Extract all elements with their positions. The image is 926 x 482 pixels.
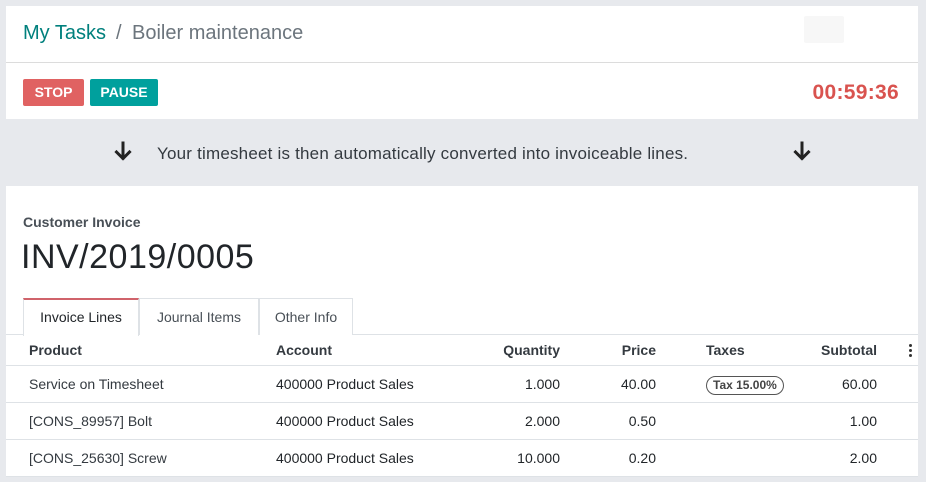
- table-header-row: Product Account Quantity Price Taxes Sub…: [6, 335, 918, 366]
- cell-price: 0.20: [628, 450, 656, 466]
- breadcrumb: My Tasks / Boiler maintenance: [6, 6, 918, 63]
- invoice-tabs: Invoice Lines Journal Items Other Info: [6, 298, 918, 336]
- cell-account: 400000 Product Sales: [276, 376, 414, 392]
- cell-quantity: 10.000: [517, 450, 560, 466]
- cell-product: [CONS_89957] Bolt: [29, 413, 152, 429]
- column-header-subtotal[interactable]: Subtotal: [821, 335, 877, 365]
- arrow-down-icon: [114, 141, 132, 161]
- column-header-price[interactable]: Price: [622, 335, 656, 365]
- breadcrumb-parent-link[interactable]: My Tasks: [23, 22, 106, 45]
- column-header-taxes[interactable]: Taxes: [706, 335, 745, 365]
- tab-journal-items[interactable]: Journal Items: [139, 298, 259, 335]
- column-header-product[interactable]: Product: [29, 335, 82, 365]
- table-row[interactable]: [CONS_89957] Bolt 400000 Product Sales 2…: [6, 403, 918, 440]
- toolbar-placeholder: [804, 16, 844, 43]
- cell-product: Service on Timesheet: [29, 376, 164, 392]
- cell-taxes: Tax 15.00%: [706, 366, 784, 402]
- timer-card: My Tasks / Boiler maintenance STOP PAUSE…: [6, 6, 918, 119]
- cell-subtotal: 2.00: [849, 450, 877, 466]
- cell-quantity: 2.000: [524, 413, 560, 429]
- cell-account: 400000 Product Sales: [276, 450, 414, 466]
- invoice-type-label: Customer Invoice: [23, 214, 141, 230]
- timer-display: 00:59:36: [812, 81, 899, 104]
- cell-product: [CONS_25630] Screw: [29, 450, 167, 466]
- breadcrumb-separator: /: [116, 22, 122, 44]
- tax-badge: Tax 15.00%: [706, 376, 784, 395]
- pause-button[interactable]: PAUSE: [90, 79, 158, 106]
- arrow-down-icon: [793, 141, 811, 161]
- cell-subtotal: 1.00: [849, 413, 877, 429]
- column-header-account[interactable]: Account: [276, 335, 332, 365]
- table-row[interactable]: [CONS_25630] Screw 400000 Product Sales …: [6, 440, 918, 477]
- cell-price: 0.50: [628, 413, 656, 429]
- kebab-menu-icon[interactable]: [909, 344, 913, 359]
- cell-account: 400000 Product Sales: [276, 413, 414, 429]
- info-message: Your timesheet is then automatically con…: [0, 141, 926, 167]
- tab-invoice-lines[interactable]: Invoice Lines: [23, 298, 139, 336]
- table-row[interactable]: Service on Timesheet 400000 Product Sale…: [6, 366, 918, 403]
- breadcrumb-current: Boiler maintenance: [132, 22, 304, 44]
- invoice-lines-table: Product Account Quantity Price Taxes Sub…: [6, 335, 918, 477]
- invoice-number: INV/2019/0005: [21, 238, 255, 276]
- cell-quantity: 1.000: [524, 376, 560, 392]
- column-header-quantity[interactable]: Quantity: [503, 335, 560, 365]
- tab-other-info[interactable]: Other Info: [259, 298, 353, 335]
- invoice-card: Customer Invoice INV/2019/0005 Invoice L…: [6, 186, 918, 477]
- cell-price: 40.00: [620, 376, 656, 392]
- info-message-text: Your timesheet is then automatically con…: [157, 144, 689, 163]
- cell-subtotal: 60.00: [841, 376, 877, 392]
- stop-button[interactable]: STOP: [23, 79, 84, 106]
